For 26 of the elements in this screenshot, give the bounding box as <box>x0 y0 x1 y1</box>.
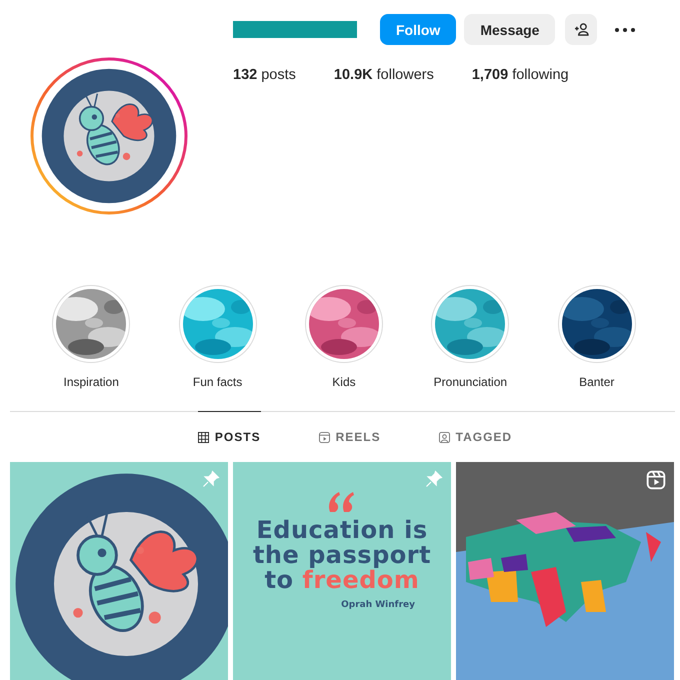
profile-stat[interactable]: 132 posts <box>233 67 296 83</box>
reels-icon <box>318 432 330 442</box>
tagged-icon <box>438 432 450 442</box>
highlight-label: Pronunciation <box>434 375 508 389</box>
highlight-label: Banter <box>579 375 614 389</box>
quote-text: Education is the passport to freedom <box>252 518 432 594</box>
story-highlight[interactable] <box>52 285 130 363</box>
quote-author: Oprah Winfrey <box>341 600 415 610</box>
reel-icon <box>646 470 666 490</box>
profile-tab[interactable]: REELS <box>318 411 381 462</box>
story-highlight[interactable] <box>558 285 636 363</box>
grid-icon <box>198 432 209 442</box>
highlight-label: Kids <box>332 375 356 389</box>
quote-mark-icon <box>328 492 356 512</box>
profile-tab[interactable]: TAGGED <box>438 411 512 462</box>
suggest-people-button[interactable] <box>565 14 598 45</box>
post-tile[interactable]: Education is the passport to freedom Oprah Winfrey <box>233 462 451 680</box>
story-highlight[interactable] <box>304 285 383 363</box>
add-person-icon <box>574 23 589 36</box>
profile-avatar[interactable] <box>30 57 188 215</box>
message-button[interactable]: Message <box>464 14 556 45</box>
profile-stat[interactable]: 10.9K followers <box>334 67 434 83</box>
highlight-label: Fun facts <box>192 375 242 389</box>
profile-stat[interactable]: 1,709 following <box>472 67 569 83</box>
more-icon <box>615 28 636 32</box>
highlight-label: Inspiration <box>64 375 119 389</box>
